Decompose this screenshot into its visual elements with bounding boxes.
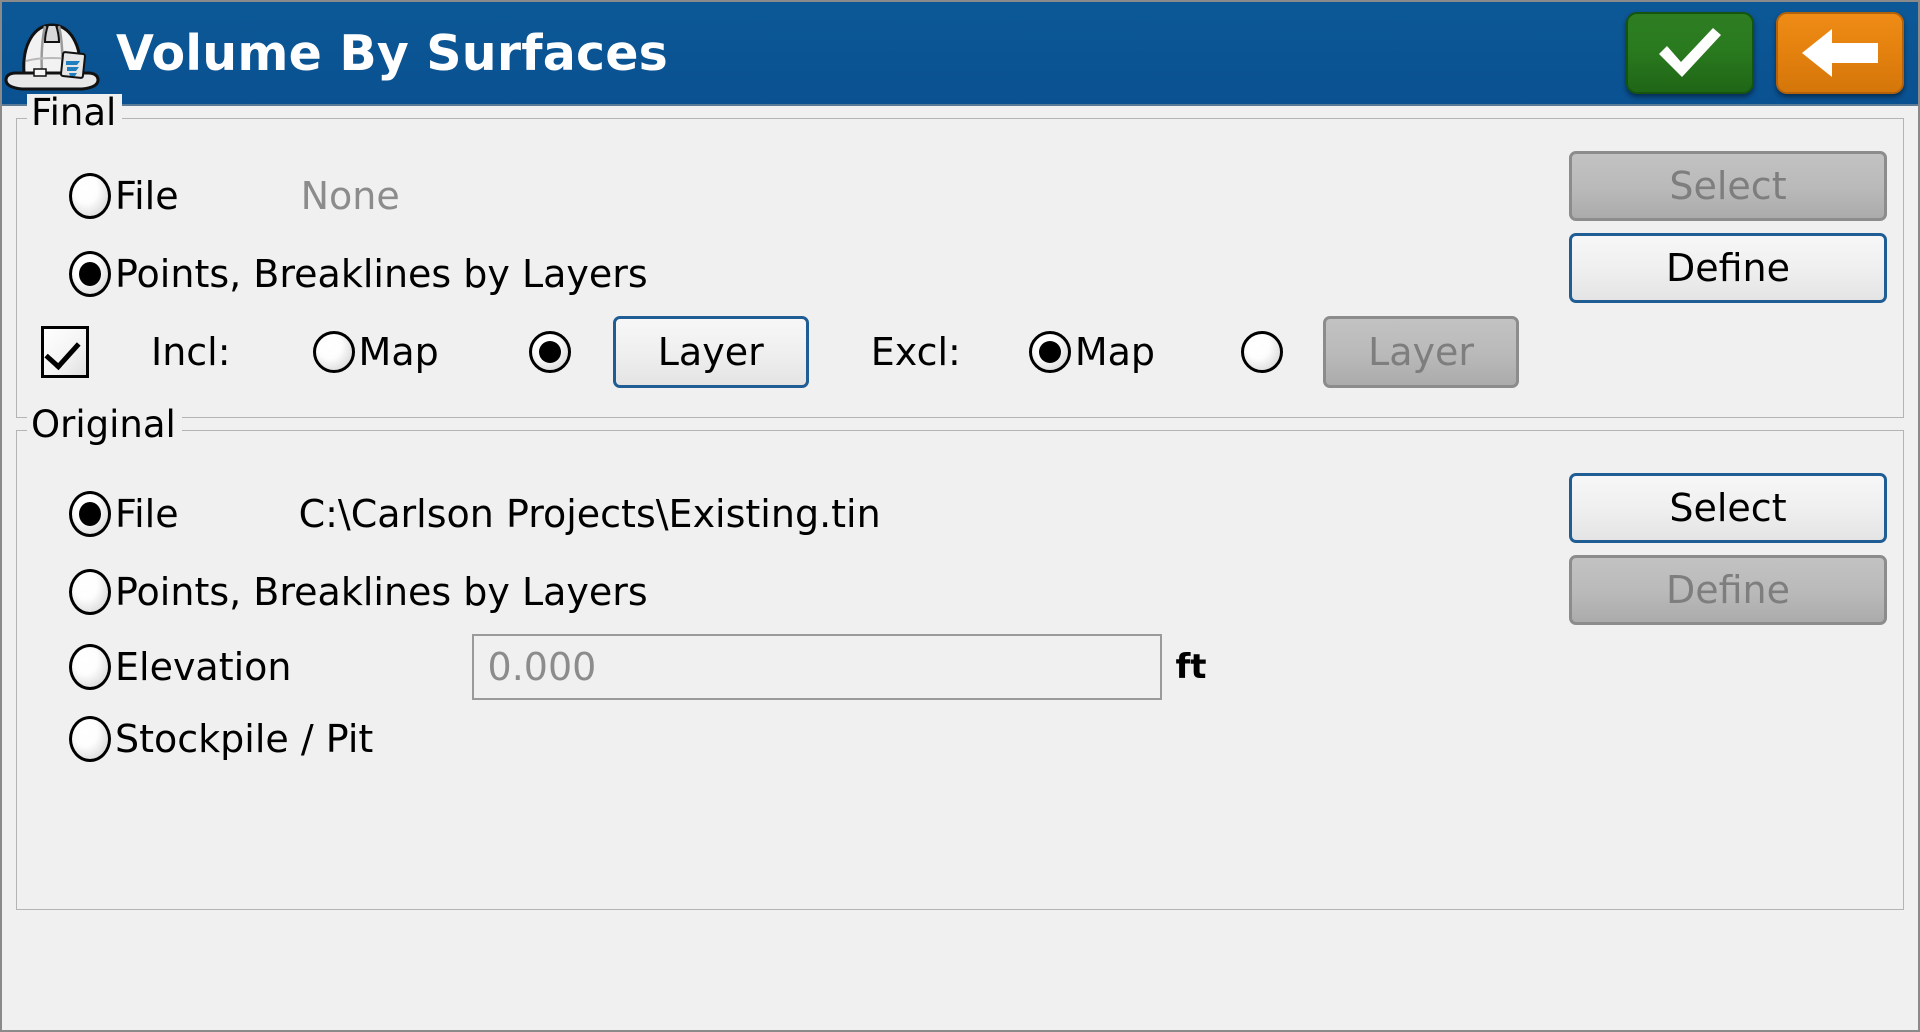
hardhat-icon [4,23,100,91]
original-define-button[interactable]: Define [1569,555,1887,625]
original-group: Original File C:\Carlson Projects\Existi… [16,406,1904,910]
original-elevation-input[interactable]: 0.000 [471,634,1162,700]
original-group-legend: Original [27,406,182,443]
original-points-breaklines-label[interactable]: Points, Breaklines by Layers [115,570,648,614]
final-incl-map-label[interactable]: Map [359,330,439,374]
original-select-button[interactable]: Select [1569,473,1887,543]
final-select-button[interactable]: Select [1569,151,1887,221]
checkmark-icon [1659,28,1721,77]
final-excl-layer-button[interactable]: Layer [1323,316,1520,388]
final-filter-row: Incl: Map Layer Excl: Map Layer [33,313,1887,391]
final-excl-map-label[interactable]: Map [1075,330,1155,374]
final-file-radio[interactable] [69,173,111,219]
original-points-breaklines-radio[interactable] [69,569,111,615]
final-group-legend: Final [27,94,123,131]
final-incl-map-radio[interactable] [312,331,355,373]
final-action-buttons: Select Define [1569,151,1887,303]
original-file-label[interactable]: File [115,492,179,536]
final-group: Final File None Points, Breaklines by La… [16,94,1904,418]
final-file-value: None [300,174,400,218]
original-action-buttons: Select Define [1569,473,1887,625]
final-incl-label: Incl: [151,330,231,374]
title-bar: Volume By Surfaces [2,2,1918,106]
original-stockpile-pit-row: Stockpile / Pit [33,703,1887,775]
final-excl-layer-radio[interactable] [1241,331,1284,373]
final-define-button[interactable]: Define [1569,233,1887,303]
original-elevation-label[interactable]: Elevation [115,645,292,689]
original-elevation-radio[interactable] [69,644,111,690]
final-excl-map-radio[interactable] [1028,331,1071,373]
left-arrow-icon [1802,29,1878,77]
page-title: Volume By Surfaces [116,24,669,82]
original-file-radio[interactable] [69,491,111,537]
confirm-button[interactable] [1626,12,1754,94]
original-elevation-unit: ft [1175,647,1207,687]
final-points-breaklines-radio[interactable] [69,251,111,297]
final-filter-checkbox[interactable] [41,326,89,378]
original-stockpile-pit-label[interactable]: Stockpile / Pit [115,717,373,761]
original-stockpile-pit-radio[interactable] [69,716,111,762]
original-file-value: C:\Carlson Projects\Existing.tin [298,492,881,536]
final-incl-layer-radio[interactable] [528,331,571,373]
back-button[interactable] [1776,12,1904,94]
final-points-breaklines-label[interactable]: Points, Breaklines by Layers [115,252,648,296]
final-excl-label: Excl: [870,330,961,374]
original-elevation-row: Elevation 0.000 ft [33,631,1887,703]
final-incl-layer-button[interactable]: Layer [612,316,809,388]
title-bar-actions [1626,12,1918,94]
volume-by-surfaces-dialog: Volume By Surfaces Final File None Point… [0,0,1920,1032]
dialog-body: Final File None Points, Breaklines by La… [2,94,1918,1030]
final-file-label[interactable]: File [115,174,179,218]
